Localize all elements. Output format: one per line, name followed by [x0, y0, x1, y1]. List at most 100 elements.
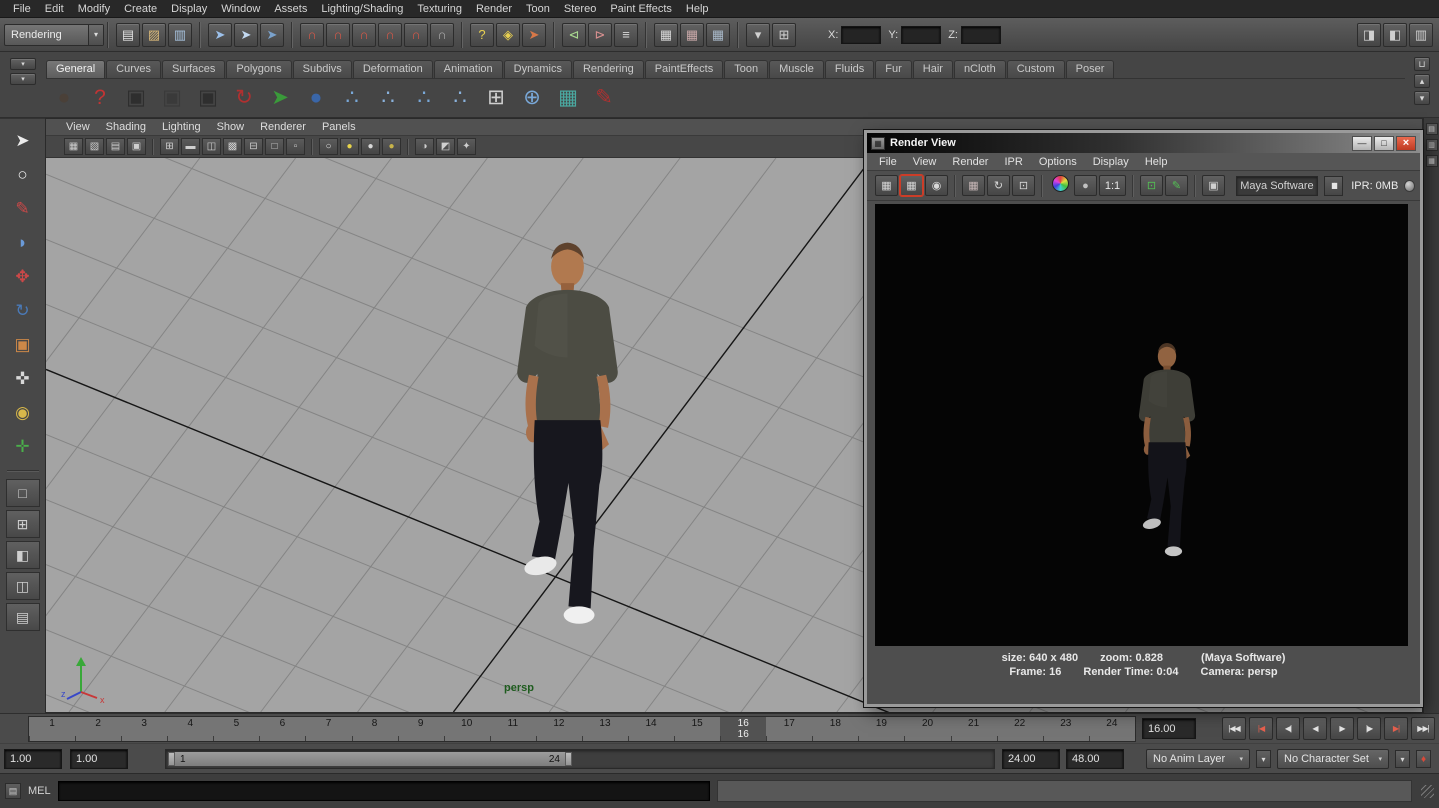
shelf-tab-polygons[interactable]: Polygons	[226, 60, 291, 78]
shelf-texture-cube-icon[interactable]: ▦	[552, 82, 584, 114]
paint-select-tool[interactable]: ✎	[6, 193, 40, 224]
shelf-dag-down-icon[interactable]: ∴	[444, 82, 476, 114]
select-camera-icon[interactable]: ▦	[64, 138, 83, 155]
four-pane-layout-button[interactable]: ⊞	[6, 510, 40, 538]
panel-menu-view[interactable]: View	[58, 119, 98, 135]
snap-to-grid-icon[interactable]: ∩	[300, 23, 324, 47]
shelf-tab-surfaces[interactable]: Surfaces	[162, 60, 225, 78]
timeline-frame-23[interactable]: 23	[1043, 717, 1089, 741]
step-forward-key-button[interactable]: ▶|	[1384, 717, 1408, 740]
step-back-key-button[interactable]: |◀	[1249, 717, 1273, 740]
timeline-frame-12[interactable]: 12	[536, 717, 582, 741]
render-view-menu-ipr[interactable]: IPR	[996, 153, 1030, 170]
timeline-frame-22[interactable]: 22	[997, 717, 1043, 741]
shelf-tab-dynamics[interactable]: Dynamics	[504, 60, 572, 78]
persp-outliner-layout-button[interactable]: ◧	[6, 541, 40, 569]
shaded-mode-icon[interactable]: ●	[340, 138, 359, 155]
menu-edit[interactable]: Edit	[38, 0, 71, 18]
current-frame-field[interactable]: 16.00	[1142, 718, 1196, 739]
command-language-label[interactable]: MEL	[28, 785, 51, 797]
timeline-frame-18[interactable]: 18	[812, 717, 858, 741]
time-slider-track[interactable]: 1234567891011121314151616171819202122232…	[28, 716, 1136, 742]
shelf-tab-deformation[interactable]: Deformation	[353, 60, 433, 78]
select-tool[interactable]: ➤	[6, 125, 40, 156]
redo-previous-render-icon[interactable]: ▦	[900, 175, 923, 196]
construction-history-icon[interactable]: ≡	[614, 23, 638, 47]
input-connections-icon[interactable]: ⊲	[562, 23, 586, 47]
range-slider-bar[interactable]: 1 24	[168, 752, 572, 766]
shelf-tab-general[interactable]: General	[46, 60, 105, 78]
shelf-help-icon[interactable]: ?	[84, 82, 116, 114]
keep-image-icon[interactable]: ✎	[1165, 175, 1188, 196]
snap-to-curve-icon[interactable]: ∩	[326, 23, 350, 47]
render-view-menu-file[interactable]: File	[871, 153, 905, 170]
x-input[interactable]	[841, 26, 881, 44]
timeline-frame-20[interactable]: 20	[904, 717, 950, 741]
ipr-render-icon[interactable]: ▦	[680, 23, 704, 47]
shelf-render-globe-icon[interactable]: ●	[48, 82, 80, 114]
wireframe-mode-icon[interactable]: ○	[319, 138, 338, 155]
timeline-frame-3[interactable]: 3	[121, 717, 167, 741]
save-scene-icon[interactable]: ▥	[168, 23, 192, 47]
panel-menu-show[interactable]: Show	[209, 119, 253, 135]
menu-display[interactable]: Display	[164, 0, 214, 18]
shelf-tab-toon[interactable]: Toon	[724, 60, 768, 78]
script-editor-icon[interactable]: ▤	[5, 783, 21, 799]
render-view-menu-render[interactable]: Render	[944, 153, 996, 170]
alpha-channel-icon[interactable]: ●	[1074, 175, 1097, 196]
timeline-frame-16[interactable]: 1616	[720, 717, 766, 741]
single-pane-layout-button[interactable]: □	[6, 479, 40, 507]
shelf-scroll-up-icon[interactable]: ▴	[1414, 74, 1430, 88]
range-slider-groove[interactable]: 1 24	[165, 749, 995, 769]
timeline-frame-21[interactable]: 21	[951, 717, 997, 741]
go-to-end-button[interactable]: ▶▶|	[1411, 717, 1435, 740]
panel-menu-lighting[interactable]: Lighting	[154, 119, 209, 135]
soft-modification-tool[interactable]: ◉	[6, 397, 40, 428]
shelf-tab-hair[interactable]: Hair	[913, 60, 953, 78]
shelf-spreadsheet-icon[interactable]: ⊞	[480, 82, 512, 114]
new-scene-icon[interactable]: ▤	[116, 23, 140, 47]
shelf-stereo-camera-icon[interactable]: ▣	[156, 82, 188, 114]
channel-box-toggle-icon[interactable]: ▥	[1409, 23, 1433, 47]
menu-help[interactable]: Help	[679, 0, 716, 18]
shelf-menu-chevron-icon[interactable]: ▾	[10, 58, 36, 70]
isolate-select-icon[interactable]: ◩	[436, 138, 455, 155]
lasso-select-tool[interactable]: ○	[6, 159, 40, 190]
timeline-frame-17[interactable]: 17	[766, 717, 812, 741]
hypershade-layout-button[interactable]: ▤	[6, 603, 40, 631]
shelf-paint-effects-icon[interactable]: ↻	[228, 82, 260, 114]
shelf-shading-group-icon[interactable]: ⊕	[516, 82, 548, 114]
scale-tool[interactable]: ▣	[6, 329, 40, 360]
display-real-size-icon[interactable]: 1:1	[1099, 175, 1126, 196]
menu-render[interactable]: Render	[469, 0, 519, 18]
shelf-tab-subdivs[interactable]: Subdivs	[293, 60, 352, 78]
timeline-frame-6[interactable]: 6	[259, 717, 305, 741]
render-settings-icon[interactable]: ▦	[706, 23, 730, 47]
go-to-start-button[interactable]: |◀◀	[1222, 717, 1246, 740]
panel-menu-shading[interactable]: Shading	[98, 119, 154, 135]
timeline-frame-4[interactable]: 4	[167, 717, 213, 741]
rotate-tool[interactable]: ↻	[6, 295, 40, 326]
shelf-tab-ncloth[interactable]: nCloth	[954, 60, 1006, 78]
menu-toon[interactable]: Toon	[519, 0, 557, 18]
shelf-multi-camera-icon[interactable]: ▣	[192, 82, 224, 114]
lit-mode-icon[interactable]: ●	[382, 138, 401, 155]
snap-to-view-plane-icon[interactable]: ∩	[404, 23, 428, 47]
grid-toggle-icon[interactable]: ⊞	[160, 138, 179, 155]
menu-stereo[interactable]: Stereo	[557, 0, 603, 18]
trash-icon[interactable]: ⊔	[1414, 57, 1430, 71]
range-start-handle[interactable]	[168, 752, 175, 766]
shelf-get-brush-icon[interactable]: ➤	[264, 82, 296, 114]
timeline-frame-11[interactable]: 11	[490, 717, 536, 741]
show-manipulator-tool[interactable]: ✛	[6, 431, 40, 462]
rendered-image-area[interactable]	[875, 204, 1408, 646]
close-button[interactable]: ×	[1396, 136, 1416, 151]
play-backwards-button[interactable]: ◀	[1303, 717, 1327, 740]
timeline-frame-7[interactable]: 7	[305, 717, 351, 741]
snap-to-point-icon[interactable]: ∩	[352, 23, 376, 47]
render-view-menu-help[interactable]: Help	[1137, 153, 1176, 170]
menu-file[interactable]: File	[6, 0, 38, 18]
shelf-tabs-chevron-icon[interactable]: ▾	[10, 73, 36, 85]
shelf-hypergraph-icon[interactable]: ∴	[336, 82, 368, 114]
select-by-object-icon[interactable]: ➤	[234, 23, 258, 47]
